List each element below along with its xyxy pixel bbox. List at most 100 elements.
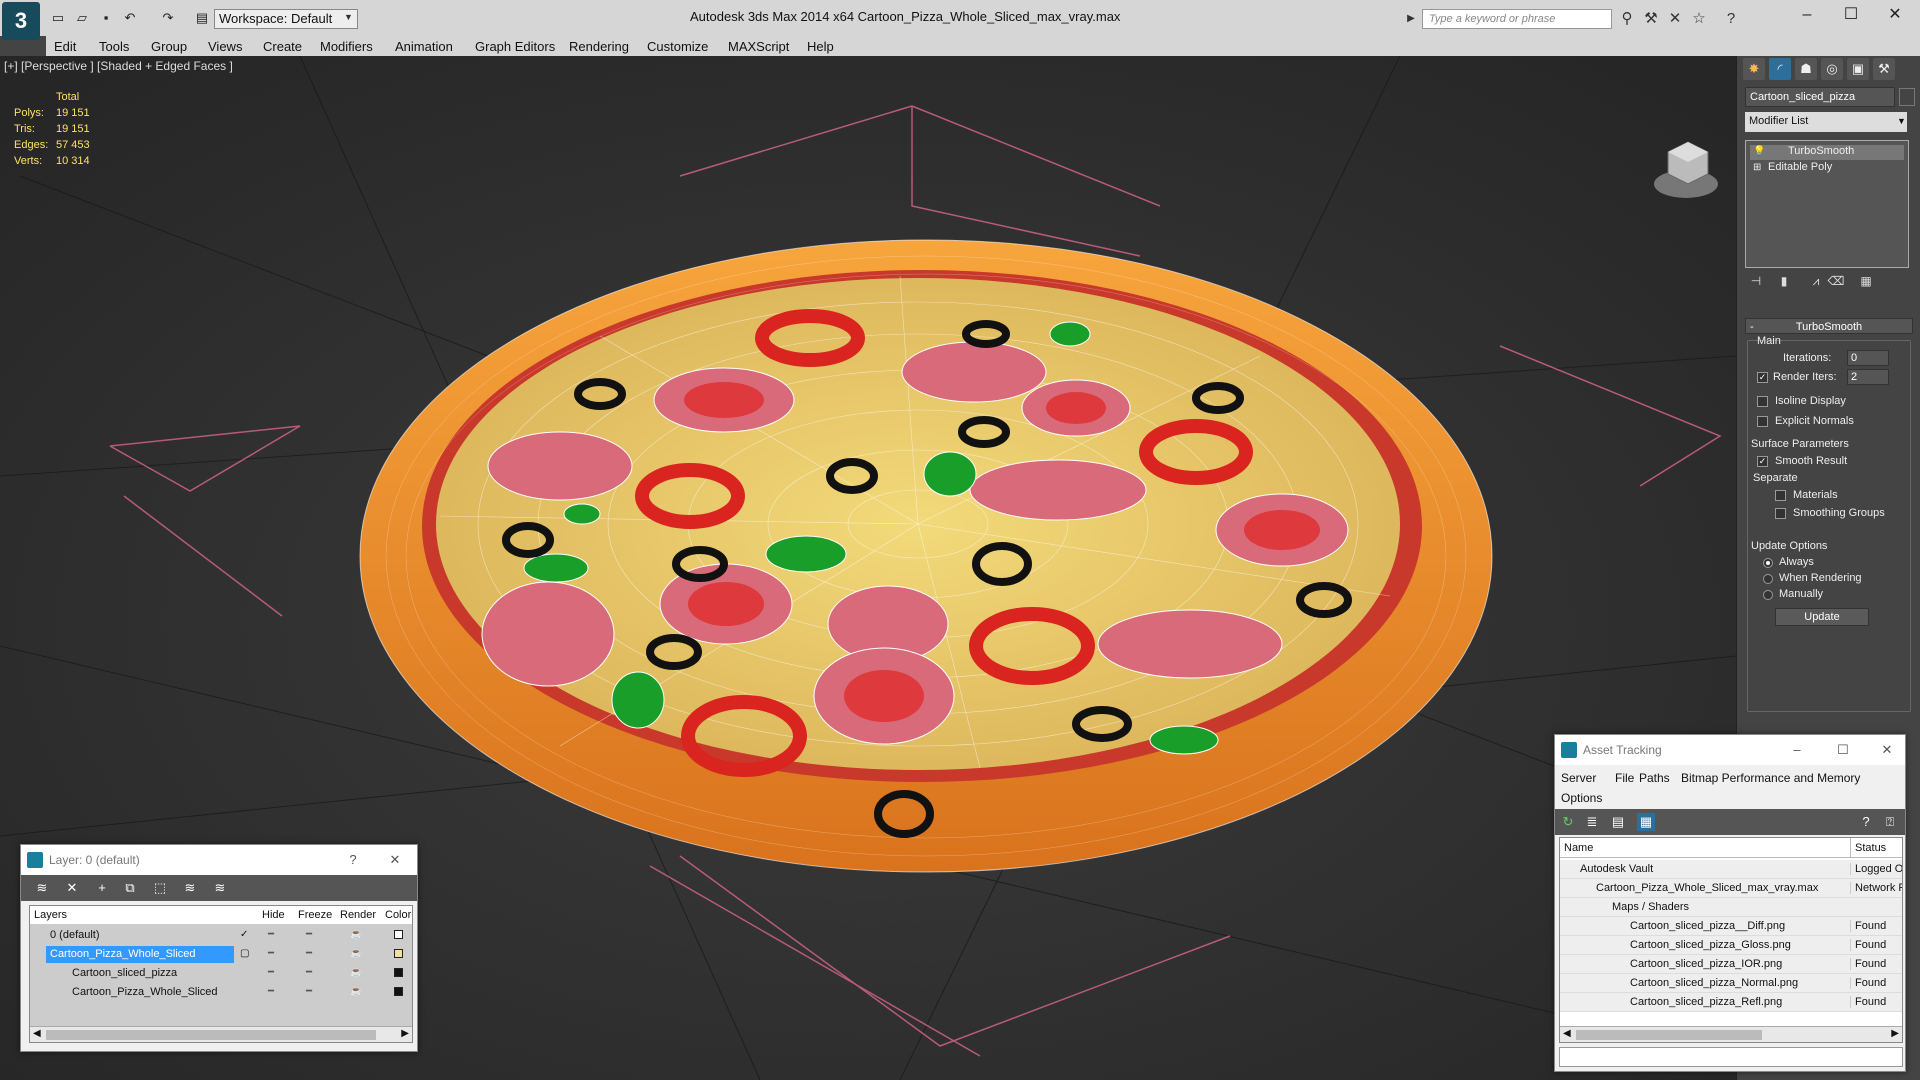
refresh-icon[interactable]: ↻	[1559, 813, 1577, 831]
menu-graph-editors[interactable]: Graph Editors	[475, 39, 555, 54]
render-teapot-icon[interactable]: ☕	[350, 929, 362, 940]
subscription-icon[interactable]: ⚒	[1642, 10, 1660, 28]
motion-tab-icon[interactable]: ◎	[1821, 58, 1843, 80]
menu-server[interactable]: Server	[1561, 771, 1596, 785]
add-selection-icon[interactable]: ▢	[240, 948, 249, 959]
layer-row[interactable]: Cartoon_sliced_pizza ━ ━ ☕	[30, 964, 412, 983]
iterations-spinner[interactable]: 0	[1847, 350, 1889, 366]
render-teapot-icon[interactable]: ☕	[350, 967, 362, 978]
grid-view-icon[interactable]: ▦	[1637, 813, 1655, 831]
layers-icon[interactable]: ≋	[33, 879, 51, 897]
stack-item-editable-poly[interactable]: ⊞ Editable Poly	[1750, 161, 1904, 176]
menu-group[interactable]: Group	[151, 39, 187, 54]
render-iters-checkbox[interactable]: ✓	[1757, 372, 1768, 383]
save-icon[interactable]: ▪	[98, 10, 114, 26]
asset-horizontal-scrollbar[interactable]: ◀ ▶	[1560, 1026, 1902, 1042]
freeze-toggle[interactable]: ━	[306, 986, 312, 997]
update-button[interactable]: Update	[1775, 608, 1869, 626]
table-row[interactable]: Cartoon_sliced_pizza_Normal.png Found	[1560, 974, 1902, 993]
render-teapot-icon[interactable]: ☕	[350, 986, 362, 997]
layer-row[interactable]: Cartoon_Pizza_Whole_Sliced ▢ ━ ━ ☕	[30, 945, 412, 964]
pin-stack-icon[interactable]: ⊣	[1747, 272, 1765, 290]
menu-maxscript[interactable]: MAXScript	[728, 39, 789, 54]
scroll-right-icon[interactable]: ▶	[1891, 1028, 1899, 1039]
asset-panel-title-bar[interactable]: Asset Tracking – ☐ ✕	[1555, 735, 1905, 765]
menu-create[interactable]: Create	[263, 39, 302, 54]
list-view-icon[interactable]: ≣	[1583, 813, 1601, 831]
search-expand-icon[interactable]: ▶	[1402, 10, 1420, 28]
lightbulb-icon[interactable]: 💡	[1753, 146, 1765, 157]
chevron-down-icon[interactable]: ▼	[1897, 116, 1906, 126]
col-hide[interactable]: Hide	[262, 909, 285, 921]
modify-tab-icon[interactable]: ◜	[1769, 58, 1791, 80]
remove-modifier-icon[interactable]: ⌫	[1827, 272, 1845, 290]
menu-bitmap-performance[interactable]: Bitmap Performance and Memory	[1681, 771, 1860, 785]
col-color[interactable]: Color	[385, 909, 411, 921]
hierarchy-tab-icon[interactable]: ☗	[1795, 58, 1817, 80]
menu-animation[interactable]: Animation	[395, 39, 453, 54]
viewport-label[interactable]: [+] [Perspective ] [Shaded + Edged Faces…	[4, 59, 233, 73]
menu-rendering[interactable]: Rendering	[569, 39, 629, 54]
maximize-button[interactable]: ☐	[1834, 4, 1868, 26]
project-folder-icon[interactable]: ▤	[194, 10, 210, 26]
menu-help[interactable]: Help	[807, 39, 834, 54]
table-row[interactable]: Cartoon_sliced_pizza_IOR.png Found	[1560, 955, 1902, 974]
minimize-button[interactable]: –	[1790, 4, 1824, 26]
open-file-icon[interactable]: ▱	[74, 10, 90, 26]
context-help-icon[interactable]: ⍰	[1881, 813, 1899, 831]
menu-tools[interactable]: Tools	[99, 39, 129, 54]
layer-color-swatch[interactable]	[394, 930, 403, 939]
menu-options[interactable]: Options	[1561, 791, 1602, 805]
table-row[interactable]: Cartoon_sliced_pizza_Refl.png Found	[1560, 993, 1902, 1012]
menu-edit[interactable]: Edit	[54, 39, 76, 54]
redo-icon[interactable]: ↷	[160, 10, 176, 26]
layer-color-swatch[interactable]	[394, 968, 403, 977]
add-to-layer-icon[interactable]: ⧉	[121, 879, 139, 897]
menu-views[interactable]: Views	[208, 39, 242, 54]
smoothing-groups-checkbox[interactable]	[1775, 508, 1786, 519]
modifier-list-dropdown[interactable]: Modifier List	[1745, 112, 1907, 132]
configure-sets-icon[interactable]: ▦	[1857, 272, 1875, 290]
help-icon[interactable]: ?	[343, 850, 363, 870]
table-row[interactable]: Cartoon_sliced_pizza__Diff.png Found	[1560, 917, 1902, 936]
scroll-right-icon[interactable]: ▶	[401, 1028, 409, 1039]
menu-customize[interactable]: Customize	[647, 39, 708, 54]
col-layers[interactable]: Layers	[34, 909, 67, 921]
hide-toggle[interactable]: ━	[268, 929, 274, 940]
chevron-down-icon[interactable]: ▼	[344, 12, 353, 22]
hide-toggle[interactable]: ━	[268, 986, 274, 997]
layer-panel-title-bar[interactable]: Layer: 0 (default) ? ✕	[21, 845, 417, 875]
table-row[interactable]: Maps / Shaders	[1560, 898, 1902, 917]
hide-toggle[interactable]: ━	[268, 967, 274, 978]
binoculars-icon[interactable]: ⚲	[1618, 10, 1636, 28]
freeze-toggle[interactable]: ━	[306, 967, 312, 978]
col-status[interactable]: Status	[1850, 838, 1886, 858]
menu-file[interactable]: File	[1615, 771, 1634, 785]
create-layer-icon[interactable]: +	[93, 879, 111, 897]
layer-row[interactable]: 0 (default) ✓ ━ ━ ☕	[30, 926, 412, 945]
stack-item-turbosmooth[interactable]: 💡 TurboSmooth	[1750, 145, 1904, 160]
menu-modifiers[interactable]: Modifiers	[320, 39, 373, 54]
table-row[interactable]: Cartoon_Pizza_Whole_Sliced_max_vray.max N…	[1560, 879, 1902, 898]
when-rendering-radio[interactable]	[1763, 574, 1773, 584]
layer-row[interactable]: Cartoon_Pizza_Whole_Sliced ━ ━ ☕	[30, 983, 412, 1002]
scroll-left-icon[interactable]: ◀	[33, 1028, 41, 1039]
hide-all-icon[interactable]: ≋	[211, 879, 229, 897]
highlight-layer-icon[interactable]: ≋	[181, 879, 199, 897]
delete-layer-icon[interactable]: ✕	[63, 879, 81, 897]
workspace-dropdown[interactable]: Workspace: Default	[214, 9, 358, 29]
smooth-result-checkbox[interactable]: ✓	[1757, 456, 1768, 467]
layer-horizontal-scrollbar[interactable]: ◀ ▶	[30, 1026, 412, 1042]
make-unique-icon[interactable]: ⩘	[1807, 272, 1825, 290]
utilities-tab-icon[interactable]: ⚒	[1873, 58, 1895, 80]
always-radio[interactable]	[1763, 558, 1773, 568]
scroll-thumb[interactable]	[46, 1030, 376, 1040]
search-input[interactable]: Type a keyword or phrase	[1422, 9, 1612, 29]
close-button[interactable]: ✕	[1878, 4, 1912, 26]
maximize-button[interactable]: ☐	[1833, 740, 1853, 760]
select-objects-icon[interactable]: ⬚	[151, 879, 169, 897]
freeze-toggle[interactable]: ━	[306, 929, 312, 940]
communication-icon[interactable]: ✕	[1666, 10, 1684, 28]
materials-checkbox[interactable]	[1775, 490, 1786, 501]
object-color-swatch[interactable]	[1899, 88, 1915, 106]
